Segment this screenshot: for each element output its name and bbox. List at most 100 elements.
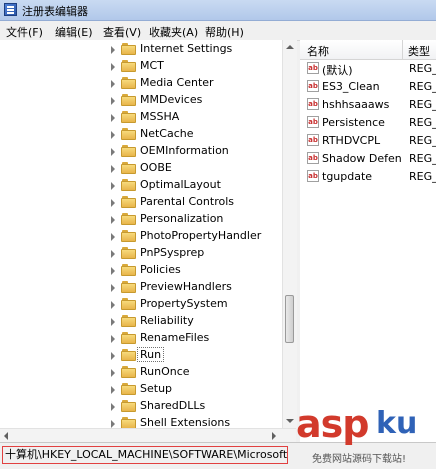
expand-arrow-icon[interactable] (111, 165, 115, 173)
folder-icon (121, 298, 136, 310)
expand-arrow-icon[interactable] (111, 301, 115, 309)
tree-node[interactable]: MCT (0, 58, 282, 75)
tree-vertical-scrollbar[interactable] (282, 40, 297, 428)
expand-arrow-icon[interactable] (111, 148, 115, 156)
expand-arrow-icon[interactable] (111, 182, 115, 190)
scroll-up-arrow-icon[interactable] (286, 45, 294, 49)
tree-node[interactable]: PhotoPropertyHandler (0, 228, 282, 245)
expand-arrow-icon[interactable] (111, 403, 115, 411)
tree-node[interactable]: PreviewHandlers (0, 279, 282, 296)
watermark-slogan: 免费网站源码下载站! (312, 454, 407, 465)
window-title: 注册表编辑器 (22, 5, 88, 18)
folder-icon (121, 43, 136, 55)
scroll-left-arrow-icon[interactable] (4, 432, 8, 440)
value-row[interactable]: abtgupdate REG_S (300, 168, 436, 186)
menu-file[interactable]: 文件(F) (6, 24, 43, 40)
folder-icon (121, 332, 136, 344)
list-header: 名称 类型 (300, 40, 436, 60)
menu-edit[interactable]: 编辑(E) (55, 24, 93, 40)
tree-node[interactable]: Media Center (0, 75, 282, 92)
expand-arrow-icon[interactable] (111, 131, 115, 139)
tree-node-label: PnPSysprep (140, 246, 205, 259)
value-row[interactable]: abES3_Clean REG_S (300, 78, 436, 96)
tree-node-label: Policies (140, 263, 181, 276)
tree-node[interactable]: SharedDLLs (0, 398, 282, 415)
folder-icon (121, 230, 136, 242)
folder-icon (121, 247, 136, 259)
tree-node[interactable]: MMDevices (0, 92, 282, 109)
expand-arrow-icon[interactable] (111, 352, 115, 360)
expand-arrow-icon[interactable] (111, 46, 115, 54)
column-header-type[interactable]: 类型 (408, 43, 430, 59)
folder-icon (121, 94, 136, 106)
menu-help[interactable]: 帮助(H) (205, 24, 244, 40)
tree-node[interactable]: OEMInformation (0, 143, 282, 160)
menu-favorites[interactable]: 收藏夹(A) (149, 24, 198, 40)
folder-icon (121, 315, 136, 327)
value-row[interactable]: abShadow Defen... REG_S (300, 150, 436, 168)
value-row[interactable]: abhshhsaaaws REG_S (300, 96, 436, 114)
watermark-brand: asp (296, 402, 369, 446)
tree-node-label: PreviewHandlers (140, 280, 232, 293)
value-type: REG_S (409, 152, 436, 165)
tree-node[interactable]: Policies (0, 262, 282, 279)
expand-arrow-icon[interactable] (111, 420, 115, 428)
tree-node-label: MCT (140, 59, 164, 72)
value-row[interactable]: abRTHDVCPL REG_S (300, 132, 436, 150)
value-type: REG_S (409, 116, 436, 129)
value-row[interactable]: ab(默认) REG_S (300, 60, 436, 78)
expand-arrow-icon[interactable] (111, 216, 115, 224)
column-divider[interactable] (402, 40, 403, 59)
tree-node-label: Media Center (140, 76, 214, 89)
tree-node[interactable]: NetCache (0, 126, 282, 143)
tree-node[interactable]: Shell Extensions (0, 415, 282, 428)
menu-bar: 文件(F) 编辑(E) 查看(V) 收藏夹(A) 帮助(H) (0, 21, 436, 41)
tree-node[interactable]: RunOnce (0, 364, 282, 381)
value-row[interactable]: abPersistence REG_S (300, 114, 436, 132)
expand-arrow-icon[interactable] (111, 386, 115, 394)
registry-key-tree[interactable]: Internet Settings MCT Media Center MMDevice… (0, 40, 297, 428)
folder-icon (121, 60, 136, 72)
tree-node-label: Run (136, 347, 165, 362)
expand-arrow-icon[interactable] (111, 114, 115, 122)
tree-node[interactable]: PropertySystem (0, 296, 282, 313)
expand-arrow-icon[interactable] (111, 335, 115, 343)
values-list[interactable]: 名称 类型 ab(默认)REG_SabES3_CleanREG_Sabhshhs… (300, 40, 436, 442)
menu-view[interactable]: 查看(V) (103, 24, 141, 40)
expand-arrow-icon[interactable] (111, 199, 115, 207)
expand-arrow-icon[interactable] (111, 250, 115, 258)
value-name: ES3_Clean (322, 80, 380, 93)
scroll-thumb[interactable] (285, 295, 294, 343)
tree-horizontal-scrollbar[interactable] (0, 428, 296, 443)
column-header-name[interactable]: 名称 (307, 43, 329, 59)
tree-node[interactable]: Internet Settings (0, 41, 282, 58)
expand-arrow-icon[interactable] (111, 63, 115, 71)
value-name: Persistence (322, 116, 385, 129)
tree-node[interactable]: OptimalLayout (0, 177, 282, 194)
tree-node[interactable]: MSSHA (0, 109, 282, 126)
tree-node-label: SharedDLLs (140, 399, 206, 412)
expand-arrow-icon[interactable] (111, 97, 115, 105)
tree-node[interactable]: PnPSysprep (0, 245, 282, 262)
tree-node[interactable]: OOBE (0, 160, 282, 177)
tree-node-label: OOBE (140, 161, 172, 174)
expand-arrow-icon[interactable] (111, 369, 115, 377)
tree-node[interactable]: RenameFiles (0, 330, 282, 347)
tree-node[interactable]: Setup (0, 381, 282, 398)
title-bar[interactable]: 注册表编辑器 (0, 0, 436, 21)
expand-arrow-icon[interactable] (111, 284, 115, 292)
expand-arrow-icon[interactable] (111, 318, 115, 326)
tree-node[interactable]: Run (0, 347, 282, 364)
folder-icon (121, 264, 136, 276)
folder-icon (121, 145, 136, 157)
tree-node[interactable]: Parental Controls (0, 194, 282, 211)
folder-icon (121, 128, 136, 140)
expand-arrow-icon[interactable] (111, 80, 115, 88)
status-key-path: 十算机\HKEY_LOCAL_MACHINE\SOFTWARE\Microsof… (2, 446, 288, 464)
tree-node[interactable]: Reliability (0, 313, 282, 330)
expand-arrow-icon[interactable] (111, 267, 115, 275)
expand-arrow-icon[interactable] (111, 233, 115, 241)
scroll-right-arrow-icon[interactable] (272, 432, 276, 440)
value-name: hshhsaaaws (322, 98, 390, 111)
tree-node[interactable]: Personalization (0, 211, 282, 228)
